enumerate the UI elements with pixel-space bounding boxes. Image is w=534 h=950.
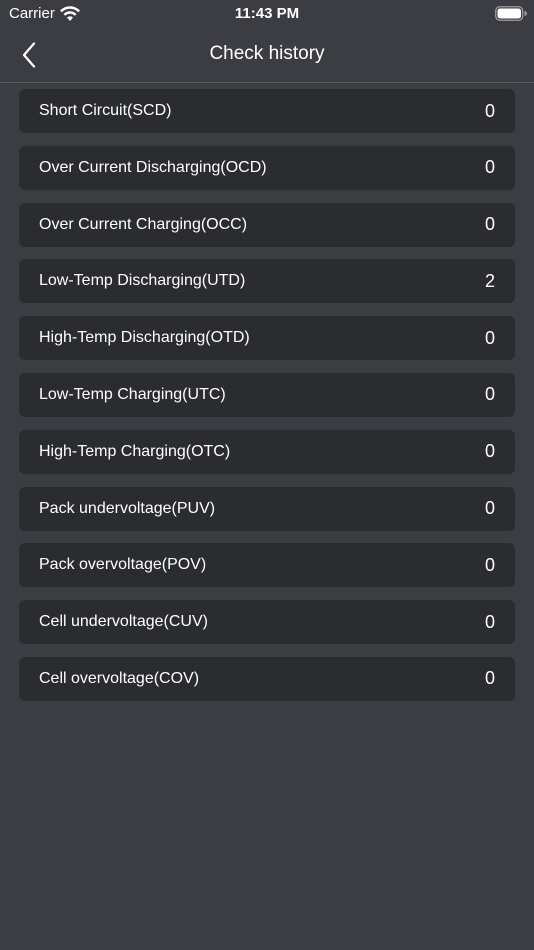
list-item-label: Over Current Discharging(OCD): [39, 158, 267, 176]
list-item[interactable]: Over Current Charging(OCC) 0: [19, 202, 515, 247]
history-list: Short Circuit(SCD) 0 Over Current Discha…: [19, 89, 515, 714]
list-item-label: Pack overvoltage(POV): [39, 556, 207, 574]
list-item-count: 0: [484, 327, 495, 348]
status-time: 11:43 PM: [234, 5, 300, 22]
list-item-label: Cell undervoltage(CUV): [39, 613, 208, 631]
list-item[interactable]: Pack overvoltage(POV) 0: [19, 543, 515, 588]
list-item[interactable]: Low-Temp Discharging(UTD) 2: [19, 259, 515, 304]
list-item-label: Cell overvoltage(COV): [39, 669, 200, 687]
list-item-count: 0: [484, 668, 495, 689]
list-item[interactable]: Pack undervoltage(PUV) 0: [19, 486, 515, 531]
list-item-label: Short Circuit(SCD): [39, 102, 172, 119]
list-item-label: Over Current Charging(OCC): [39, 215, 248, 233]
list-item-count: 0: [484, 554, 495, 575]
status-bar: Carrier 11:43 PM: [0, 0, 534, 28]
list-item-label: High-Temp Charging(OTC): [39, 442, 231, 460]
page-title: Check history: [209, 43, 325, 64]
battery-icon: [495, 6, 527, 21]
list-item[interactable]: Over Current Discharging(OCD) 0: [19, 145, 515, 190]
list-item-label: Pack undervoltage(PUV): [39, 499, 216, 517]
list-item-label: Low-Temp Charging(UTC): [39, 385, 226, 403]
list-item-count: 0: [484, 100, 495, 121]
list-item-count: 0: [484, 214, 495, 235]
list-item-count: 0: [484, 384, 495, 405]
list-item-label: Low-Temp Discharging(UTD): [39, 272, 246, 290]
list-item-count: 0: [484, 498, 495, 519]
list-item[interactable]: High-Temp Charging(OTC) 0: [19, 429, 515, 474]
list-item-count: 2: [484, 270, 495, 291]
list-item-label: High-Temp Discharging(OTD): [39, 329, 250, 347]
list-item[interactable]: Cell undervoltage(CUV) 0: [19, 600, 515, 645]
list-item[interactable]: Short Circuit(SCD) 0: [19, 89, 515, 133]
list-item[interactable]: Low-Temp Charging(UTC) 0: [19, 372, 515, 417]
list-item-count: 0: [484, 441, 495, 462]
list-item-count: 0: [484, 157, 495, 178]
list-item[interactable]: High-Temp Discharging(OTD) 0: [19, 316, 515, 361]
list-item[interactable]: Cell overvoltage(COV) 0: [19, 656, 515, 701]
navigation-bar: Check history: [0, 28, 534, 83]
list-item-count: 0: [484, 611, 495, 632]
